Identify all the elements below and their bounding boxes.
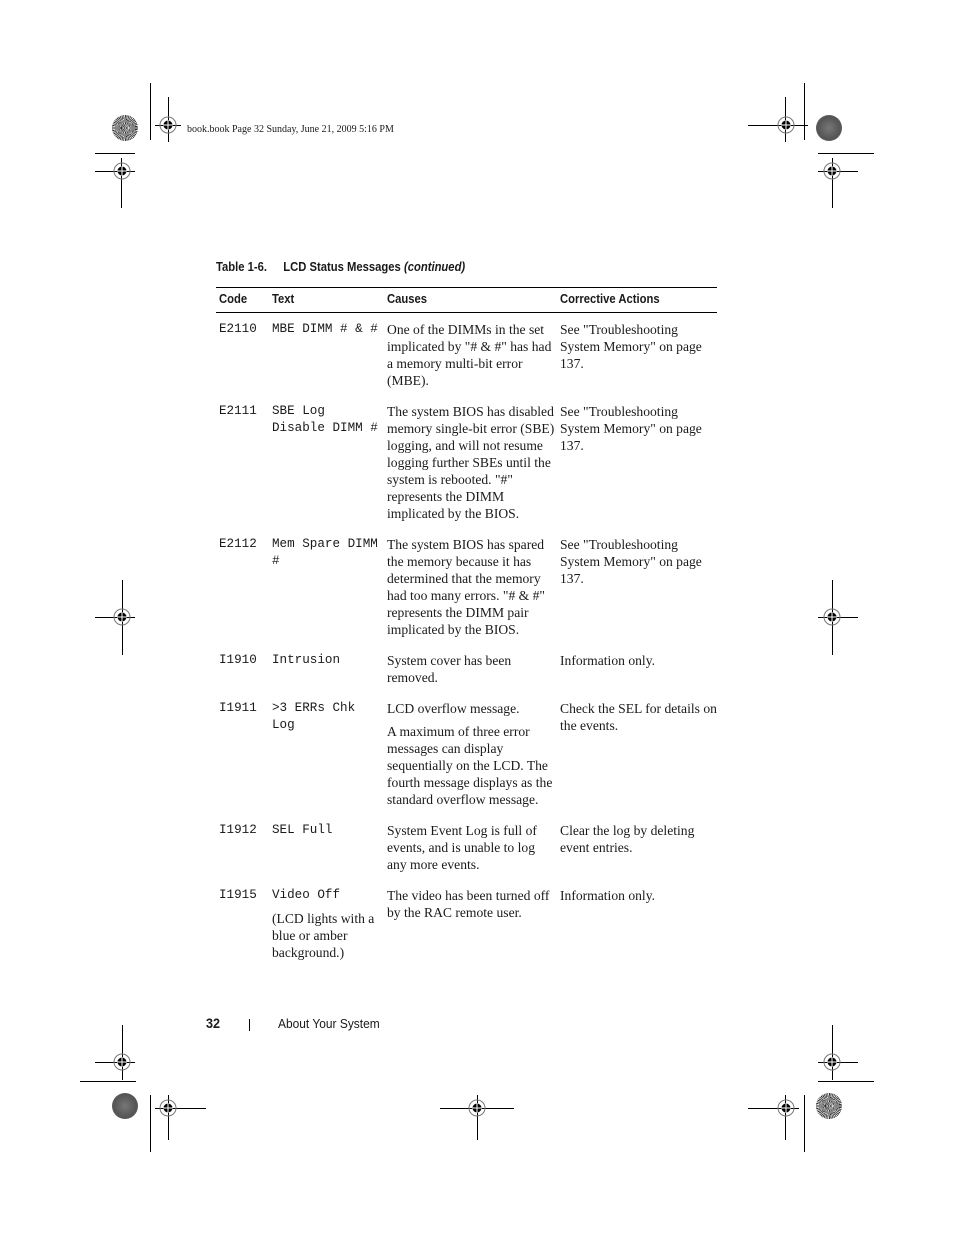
- cell-causes: LCD overflow message. A maximum of three …: [387, 701, 553, 807]
- cell-actions: See "Troubleshooting System Memory" on p…: [560, 404, 702, 453]
- cell-causes: System cover has been removed.: [387, 653, 512, 685]
- lcd-status-table: Code Text Causes Corrective Actions E211…: [216, 287, 717, 967]
- cell-code: E2110: [219, 322, 257, 336]
- column-header-actions: Corrective Actions: [557, 287, 717, 313]
- gray-disc-icon: [816, 115, 842, 141]
- crop-line: [818, 153, 874, 154]
- table-row: I1911 >3 ERRs Chk Log LCD overflow messa…: [216, 692, 717, 814]
- cell-text-note: (LCD lights with a blue or amber backgro…: [272, 911, 375, 960]
- cell-text: MBE DIMM # & #: [272, 322, 378, 336]
- table-row: I1912 SEL Full System Event Log is full …: [216, 814, 717, 879]
- table-row: E2110 MBE DIMM # & # One of the DIMMs in…: [216, 313, 717, 396]
- table-caption: Table 1-6. LCD Status Messages (continued…: [216, 260, 465, 274]
- table-caption-suffix: (continued): [403, 260, 466, 274]
- crop-line: [95, 153, 135, 154]
- page-number: 32: [206, 1015, 221, 1031]
- table-row: E2112 Mem Spare DIMM # The system BIOS h…: [216, 528, 717, 644]
- registration-target-icon: [777, 1099, 795, 1117]
- registration-target-icon: [823, 608, 841, 626]
- footer-section-title: About Your System: [278, 1016, 380, 1031]
- crop-line: [150, 83, 151, 140]
- registration-target-icon: [159, 116, 177, 134]
- registration-target-icon: [468, 1099, 486, 1117]
- column-header-code: Code: [216, 287, 269, 313]
- registration-target-icon: [113, 608, 131, 626]
- cell-text: SEL Full: [272, 823, 333, 837]
- cell-text: >3 ERRs Chk Log: [272, 701, 356, 732]
- column-header-causes: Causes: [384, 287, 557, 313]
- table-row: I1910 Intrusion System cover has been re…: [216, 644, 717, 692]
- footer-divider: [249, 1019, 250, 1031]
- registration-target-icon: [777, 116, 795, 134]
- crop-line: [818, 1081, 874, 1082]
- crop-line: [804, 1095, 805, 1152]
- table-caption-title: LCD Status Messages: [283, 260, 401, 274]
- cell-causes: System Event Log is full of events, and …: [387, 823, 537, 872]
- table-caption-label: Table 1-6.: [216, 260, 268, 274]
- cell-code: I1910: [219, 653, 257, 667]
- cell-actions: Information only.: [560, 888, 656, 903]
- cell-text: Video Off (LCD lights with a blue or amb…: [269, 879, 384, 967]
- cell-actions: See "Troubleshooting System Memory" on p…: [560, 322, 702, 371]
- cell-causes: One of the DIMMs in the set implicated b…: [387, 322, 552, 388]
- cell-actions: Information only.: [560, 653, 656, 668]
- registration-target-icon: [159, 1099, 177, 1117]
- cell-code: E2112: [219, 537, 257, 551]
- cell-code: E2111: [219, 404, 257, 418]
- crop-line: [80, 1081, 136, 1082]
- table-row: I1915 Video Off (LCD lights with a blue …: [216, 879, 717, 967]
- cell-causes: The video has been turned off by the RAC…: [387, 888, 550, 920]
- cell-actions: Check the SEL for details on the events.: [560, 701, 717, 733]
- table-header-row: Code Text Causes Corrective Actions: [216, 287, 717, 313]
- registration-target-icon: [113, 162, 131, 180]
- table-row: E2111 SBE Log Disable DIMM # The system …: [216, 395, 717, 528]
- cell-actions: See "Troubleshooting System Memory" on p…: [560, 537, 702, 586]
- cell-causes: The system BIOS has disabled memory sing…: [387, 404, 555, 521]
- cell-code: I1915: [219, 888, 257, 902]
- cell-text: Intrusion: [272, 653, 341, 667]
- registration-target-icon: [113, 1053, 131, 1071]
- print-slug: book.book Page 32 Sunday, June 21, 2009 …: [187, 124, 394, 135]
- cell-code: I1912: [219, 823, 257, 837]
- cell-causes: The system BIOS has spared the memory be…: [387, 537, 545, 637]
- star-target-icon: [112, 115, 138, 141]
- cell-code: I1911: [219, 701, 257, 715]
- crop-line: [150, 1095, 151, 1152]
- cell-actions: Clear the log by deleting event entries.: [560, 823, 695, 855]
- gray-disc-icon: [112, 1093, 138, 1119]
- crop-line: [804, 83, 805, 140]
- column-header-text: Text: [269, 287, 384, 313]
- cell-text: SBE Log Disable DIMM #: [272, 404, 378, 435]
- registration-target-icon: [823, 162, 841, 180]
- cell-text: Mem Spare DIMM #: [272, 537, 378, 568]
- registration-target-icon: [823, 1053, 841, 1071]
- star-target-icon: [816, 1093, 842, 1119]
